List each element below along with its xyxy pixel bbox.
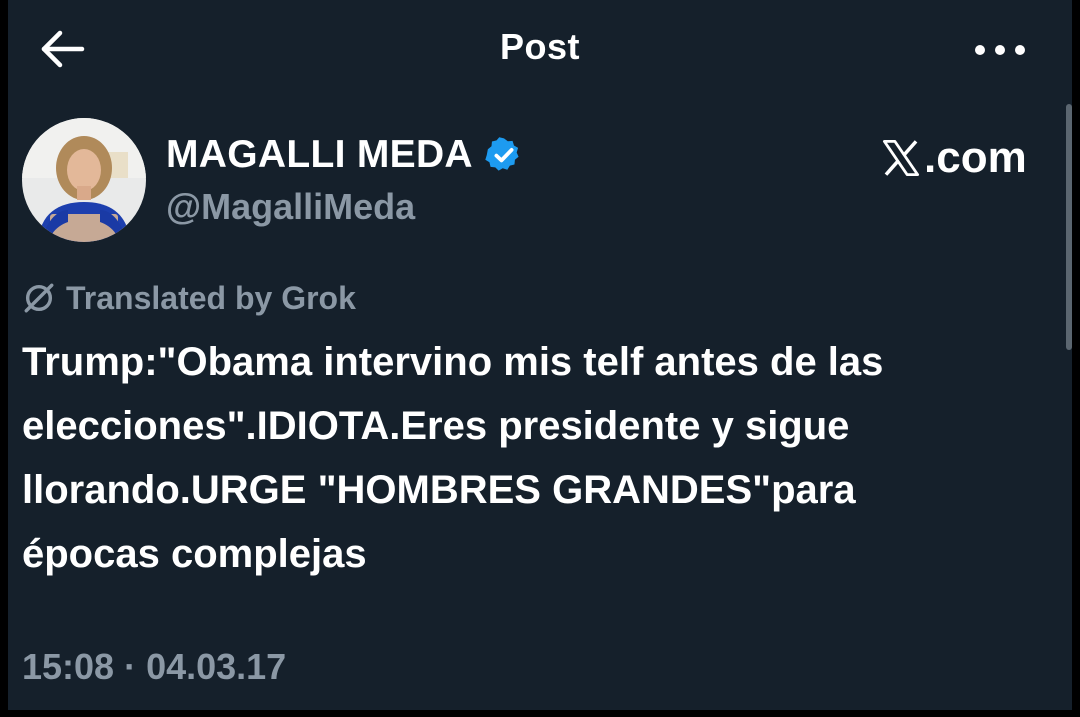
watermark: .com: [880, 132, 1027, 184]
page-title: Post: [499, 26, 580, 67]
top-bar: Post: [8, 0, 1072, 100]
x-logo-icon: [882, 139, 920, 177]
avatar[interactable]: [22, 118, 146, 242]
scrollbar[interactable]: [1066, 104, 1072, 350]
watermark-text: .com: [924, 133, 1027, 182]
author-handle[interactable]: @MagalliMeda: [166, 186, 415, 228]
author-name[interactable]: MAGALLI MEDA: [166, 133, 473, 177]
more-options-button[interactable]: [968, 30, 1032, 70]
ellipsis-icon: [975, 45, 1025, 55]
grok-icon: [24, 283, 54, 313]
post-text: Trump:"Obama intervino mis telf antes de…: [22, 340, 884, 576]
translated-by-grok[interactable]: Translated by Grok: [22, 276, 356, 320]
avatar-image: [22, 118, 146, 242]
post-screen: Post MAGALLI MEDA @MagalliMeda .com Tran…: [8, 0, 1072, 710]
author-name-row[interactable]: MAGALLI MEDA: [166, 130, 523, 180]
verified-badge-icon: [485, 137, 519, 171]
post-timestamp[interactable]: 15:08 · 04.03.17: [22, 646, 286, 688]
translated-label: Translated by Grok: [66, 279, 356, 316]
